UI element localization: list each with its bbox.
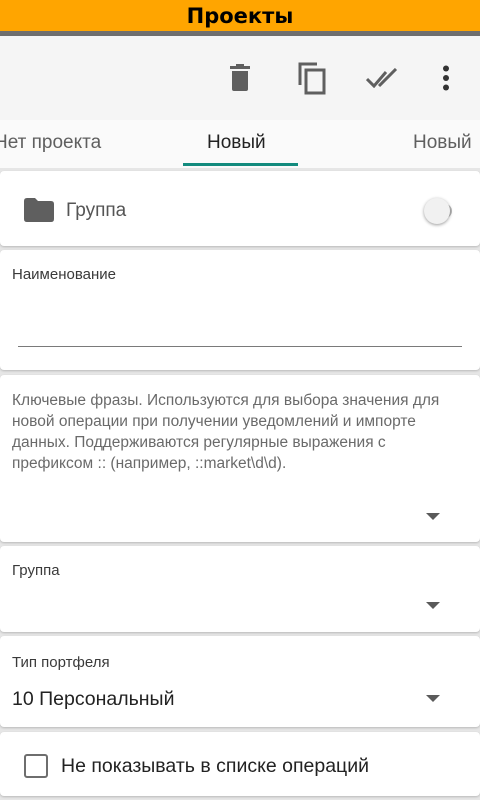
app-title-bar: Проекты — [0, 0, 480, 31]
name-input-underline — [18, 346, 462, 347]
trash-icon — [230, 64, 250, 91]
folder-icon — [24, 198, 54, 222]
hide-in-operations-label[interactable]: Не показывать в списке операций — [61, 755, 369, 778]
name-input[interactable] — [18, 308, 462, 346]
portfolio-type-value[interactable]: 10 Персональный — [12, 688, 174, 711]
copy-icon — [298, 62, 326, 95]
portfolio-type-card: Тип портфеля 10 Персональный — [0, 636, 480, 727]
action-toolbar — [0, 36, 480, 120]
group-dropdown-caret[interactable] — [426, 602, 440, 609]
group-select[interactable] — [12, 588, 468, 624]
group-switch-thumb[interactable] — [424, 198, 450, 224]
group-select-label: Группа — [12, 562, 60, 579]
group-toggle-card[interactable]: Группа — [0, 171, 480, 246]
group-select-card: Группа — [0, 546, 480, 632]
more-options-button[interactable] — [426, 58, 466, 98]
app-title: Проекты — [186, 3, 294, 28]
more-vert-icon — [443, 65, 449, 91]
group-toggle-label: Группа — [66, 200, 127, 221]
double-check-icon — [366, 68, 398, 88]
portfolio-type-label: Тип портфеля — [12, 654, 110, 671]
tab-new[interactable]: Новый — [413, 120, 472, 166]
project-tabs: Нет проекта Новый Новый — [0, 120, 480, 168]
name-card: Наименование — [0, 250, 480, 370]
keywords-input[interactable] — [12, 497, 468, 533]
keywords-card: Ключевые фразы. Используются для выбора … — [0, 375, 480, 542]
keywords-dropdown-caret[interactable] — [426, 513, 440, 520]
keywords-description: Ключевые фразы. Используются для выбора … — [12, 392, 440, 472]
tab-new-active[interactable]: Новый — [207, 120, 266, 166]
delete-button[interactable] — [220, 58, 260, 98]
hide-in-operations-checkbox[interactable] — [24, 754, 48, 778]
copy-button[interactable] — [292, 58, 332, 98]
tab-no-project[interactable]: Нет проекта — [0, 120, 101, 166]
portfolio-dropdown-caret[interactable] — [426, 695, 440, 702]
active-tab-indicator — [183, 163, 298, 166]
name-field-label: Наименование — [12, 266, 116, 283]
done-all-button[interactable] — [364, 58, 404, 98]
